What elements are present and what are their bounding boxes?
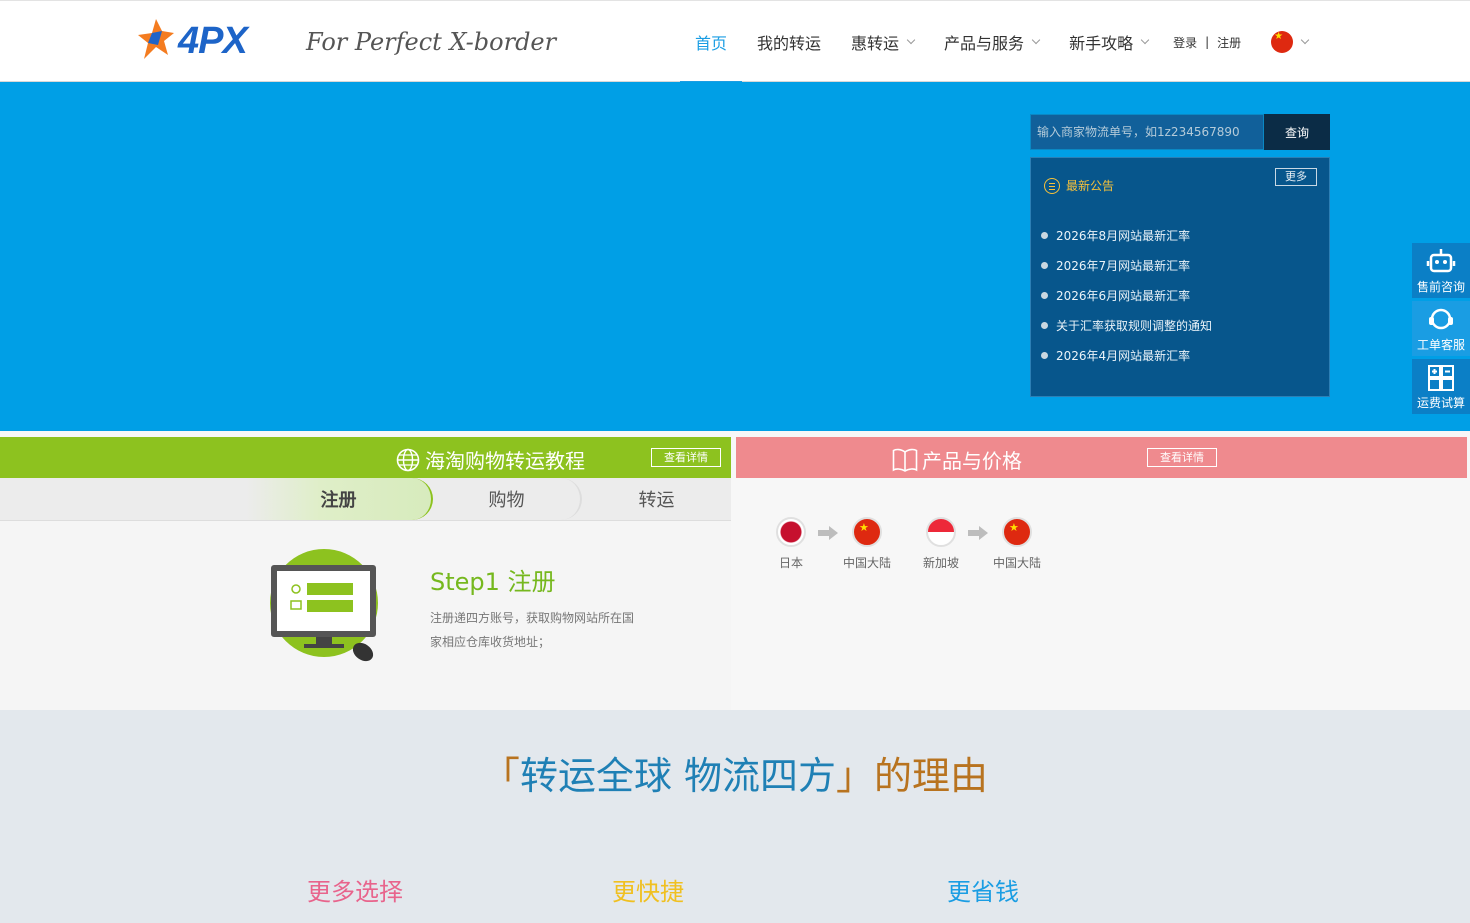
globe-icon	[396, 448, 420, 471]
reasons-title-open: 「	[481, 754, 520, 798]
nav-label: 新手攻略	[1069, 34, 1134, 53]
auth-separator: |	[1205, 35, 1210, 49]
nav-item-my-forwarding[interactable]: 我的转运	[742, 1, 836, 83]
presale-consult-button[interactable]: 售前咨询	[1412, 243, 1470, 298]
chevron-down-icon	[1031, 35, 1041, 45]
side-float-bar: 售前咨询 工单客服 运费试算	[1412, 243, 1470, 417]
tracking-number-input[interactable]	[1030, 114, 1264, 150]
tutorial-title: 海淘购物转运教程	[396, 445, 585, 474]
reasons-title-close: 」	[836, 754, 875, 798]
register-illustration	[270, 549, 378, 662]
products-title: 产品与价格	[892, 445, 1022, 474]
nav-label: 我的转运	[757, 34, 822, 53]
japan-flag-icon[interactable]	[776, 517, 806, 547]
products-detail-button[interactable]: 查看详情	[1147, 448, 1217, 467]
notice-title-text: 最新公告	[1066, 179, 1115, 193]
side-label: 工单客服	[1416, 338, 1465, 352]
reasons-title: 「转运全球 物流四方」的理由	[0, 745, 1470, 800]
nav-label: 首页	[695, 34, 728, 53]
logo[interactable]: 4PX	[138, 19, 278, 63]
tab-forwarding[interactable]: 转运	[582, 478, 731, 520]
arrow-right-icon	[968, 526, 988, 540]
route-to-label: 中国大陆	[992, 556, 1041, 570]
nav-item-beginner-guide[interactable]: 新手攻略	[1054, 1, 1163, 83]
china-flag-icon	[1271, 31, 1294, 53]
nav-label: 惠转运	[851, 34, 900, 53]
side-label: 运费试算	[1416, 396, 1465, 410]
route-from-label: 日本	[778, 556, 803, 570]
reason-faster: 更快捷	[612, 878, 684, 906]
chevron-down-icon	[1300, 35, 1310, 45]
notice-title: 最新公告	[1044, 177, 1114, 194]
tracking-search: 查询	[1030, 114, 1330, 150]
auth-links: 登录 | 注册	[1173, 34, 1241, 51]
singapore-flag-icon[interactable]	[926, 517, 956, 547]
nav-item-home[interactable]: 首页	[680, 1, 743, 84]
nav-item-promo-forwarding[interactable]: 惠转运	[836, 1, 929, 83]
nav-label: 产品与服务	[944, 34, 1025, 53]
reasons-title-main: 转运全球 物流四方	[519, 754, 837, 798]
main-nav: 首页 我的转运 惠转运 产品与服务 新手攻略 登录 | 注册	[680, 1, 1310, 84]
freight-calculator-button[interactable]: 运费试算	[1412, 359, 1470, 414]
reasons-title-suffix: 的理由	[874, 754, 989, 798]
robot-icon	[1426, 249, 1456, 273]
arrow-right-icon	[818, 526, 838, 540]
notice-item[interactable]: 关于汇率获取规则调整的通知	[1041, 310, 1212, 340]
login-link[interactable]: 登录	[1173, 34, 1197, 51]
calculator-icon	[1428, 365, 1454, 391]
products-body	[736, 478, 1467, 710]
tutorial-tabs: 注册 购物 转运	[0, 478, 731, 521]
tutorial-title-text: 海淘购物转运教程	[425, 449, 585, 473]
chevron-down-icon	[906, 35, 916, 45]
notice-item[interactable]: 2026年6月网站最新汇率	[1041, 280, 1212, 310]
language-selector[interactable]	[1271, 31, 1310, 53]
notice-panel: 最新公告 更多 2026年8月网站最新汇率 2026年7月网站最新汇率 2026…	[1030, 157, 1330, 397]
headset-icon	[1429, 308, 1453, 330]
book-icon	[892, 448, 918, 472]
products-header	[736, 437, 1467, 478]
logo-mark-icon	[138, 19, 174, 59]
reason-more-choices: 更多选择	[307, 878, 403, 906]
china-flag-icon[interactable]	[852, 517, 882, 547]
notice-item[interactable]: 2026年8月网站最新汇率	[1041, 220, 1212, 250]
step-description: 注册递四方账号，获取购物网站所在国家相应仓库收货地址；	[430, 611, 635, 649]
reasons-section	[0, 710, 1470, 923]
products-title-text: 产品与价格	[922, 449, 1022, 473]
notice-item[interactable]: 2026年4月网站最新汇率	[1041, 340, 1212, 370]
slogan: For Perfect X-border	[306, 28, 557, 56]
tab-register[interactable]: 注册	[246, 478, 433, 520]
ticket-service-button[interactable]: 工单客服	[1412, 301, 1470, 356]
nav-item-products-services[interactable]: 产品与服务	[929, 1, 1054, 83]
notice-item[interactable]: 2026年7月网站最新汇率	[1041, 250, 1212, 280]
route-from-label: 新加坡	[922, 556, 959, 570]
tab-shopping[interactable]: 购物	[433, 478, 582, 520]
register-link[interactable]: 注册	[1217, 34, 1241, 51]
search-button[interactable]: 查询	[1264, 114, 1330, 150]
list-icon	[1044, 177, 1060, 194]
site-header: 4PX For Perfect X-border 首页 我的转运 惠转运 产品与…	[0, 0, 1470, 84]
logo-text: 4PX	[178, 19, 248, 62]
side-label: 售前咨询	[1416, 280, 1465, 294]
chevron-down-icon	[1140, 35, 1150, 45]
step-title: Step1 注册	[430, 568, 556, 596]
tutorial-header	[0, 437, 731, 478]
reason-cheaper: 更省钱	[947, 878, 1019, 906]
tutorial-detail-button[interactable]: 查看详情	[651, 448, 721, 467]
route-to-label: 中国大陆	[842, 556, 891, 570]
notice-more-button[interactable]: 更多	[1275, 168, 1317, 186]
notice-list: 2026年8月网站最新汇率 2026年7月网站最新汇率 2026年6月网站最新汇…	[1041, 220, 1212, 370]
china-flag-icon[interactable]	[1002, 517, 1032, 547]
